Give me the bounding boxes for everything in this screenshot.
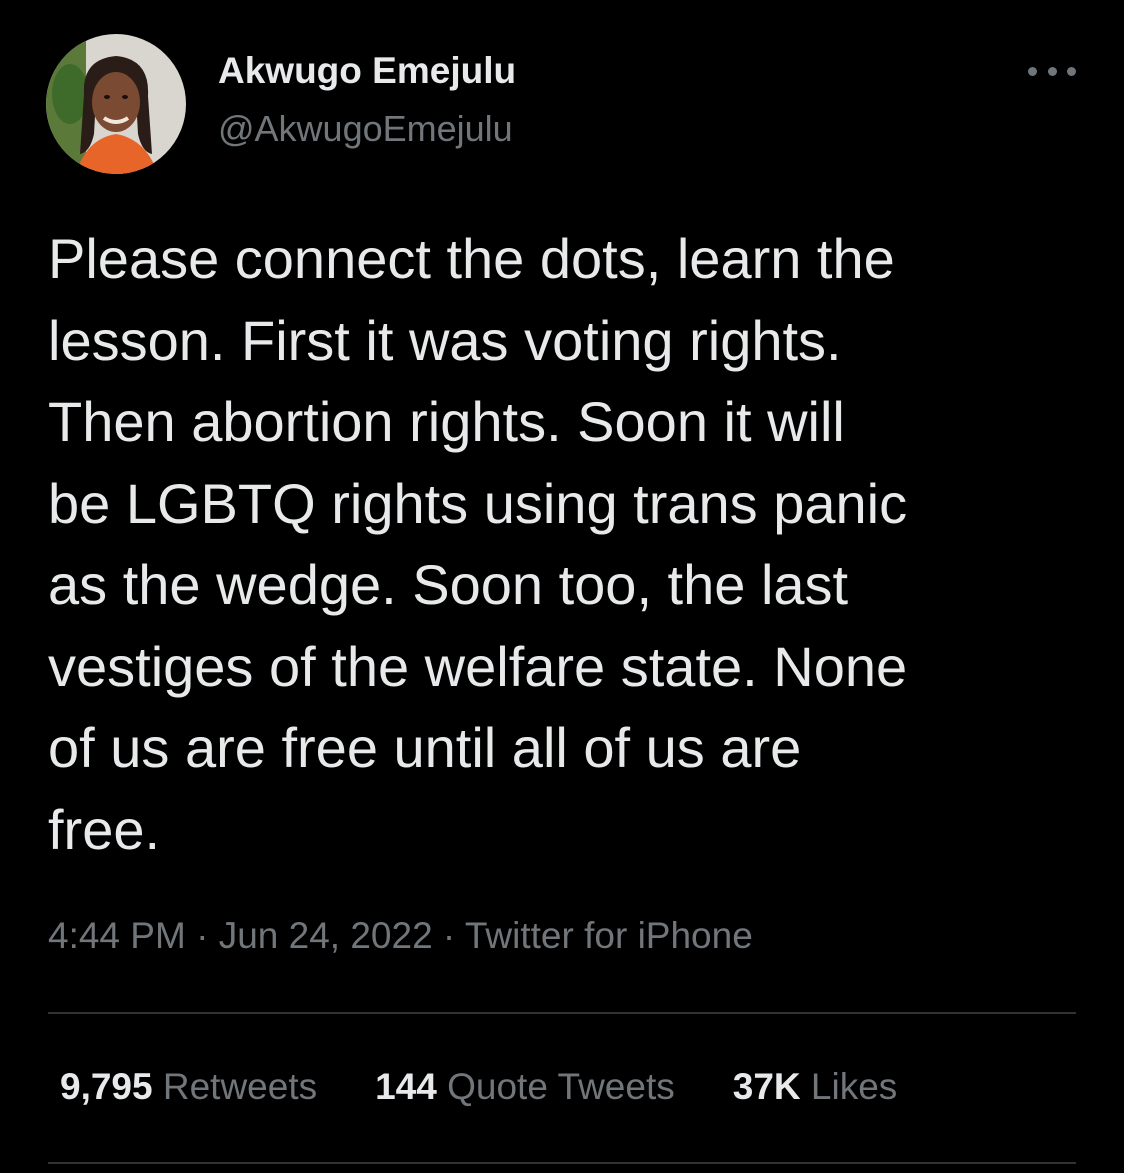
user-handle[interactable]: @AkwugoEmejulu [218, 108, 513, 150]
tweet-stats: 9,795 Retweets 144 Quote Tweets 37K Like… [60, 1066, 897, 1108]
tweet-source[interactable]: Twitter for iPhone [465, 915, 753, 956]
retweets-label: Retweets [162, 1066, 318, 1107]
quote-tweets-count: 144 [375, 1066, 437, 1107]
display-name[interactable]: Akwugo Emejulu [218, 50, 516, 92]
retweets-count: 9,795 [60, 1066, 153, 1107]
avatar-photo [46, 34, 186, 174]
tweet-date[interactable]: Jun 24, 2022 [219, 915, 433, 956]
quote-tweets-stat[interactable]: 144 Quote Tweets [375, 1066, 675, 1108]
avatar[interactable] [46, 34, 186, 174]
tweet-metadata: 4:44 PM · Jun 24, 2022 · Twitter for iPh… [48, 915, 753, 957]
likes-label: Likes [810, 1066, 898, 1107]
retweets-stat[interactable]: 9,795 Retweets [60, 1066, 317, 1108]
tweet-time[interactable]: 4:44 PM [48, 915, 186, 956]
meta-separator: · [185, 915, 219, 956]
likes-count: 37K [732, 1066, 801, 1107]
more-horizontal-icon[interactable] [1028, 58, 1076, 84]
more-dot [1028, 66, 1037, 76]
more-dot [1067, 66, 1076, 76]
divider [48, 1162, 1076, 1164]
tweet-card: Akwugo Emejulu @AkwugoEmejulu Please con… [0, 0, 1124, 1173]
likes-stat[interactable]: 37K Likes [733, 1066, 898, 1108]
divider [48, 1012, 1076, 1014]
meta-separator: · [432, 915, 465, 956]
quote-tweets-label: Quote Tweets [447, 1066, 675, 1107]
more-dot [1047, 66, 1057, 76]
tweet-text: Please connect the dots, learn the lesso… [48, 227, 908, 861]
